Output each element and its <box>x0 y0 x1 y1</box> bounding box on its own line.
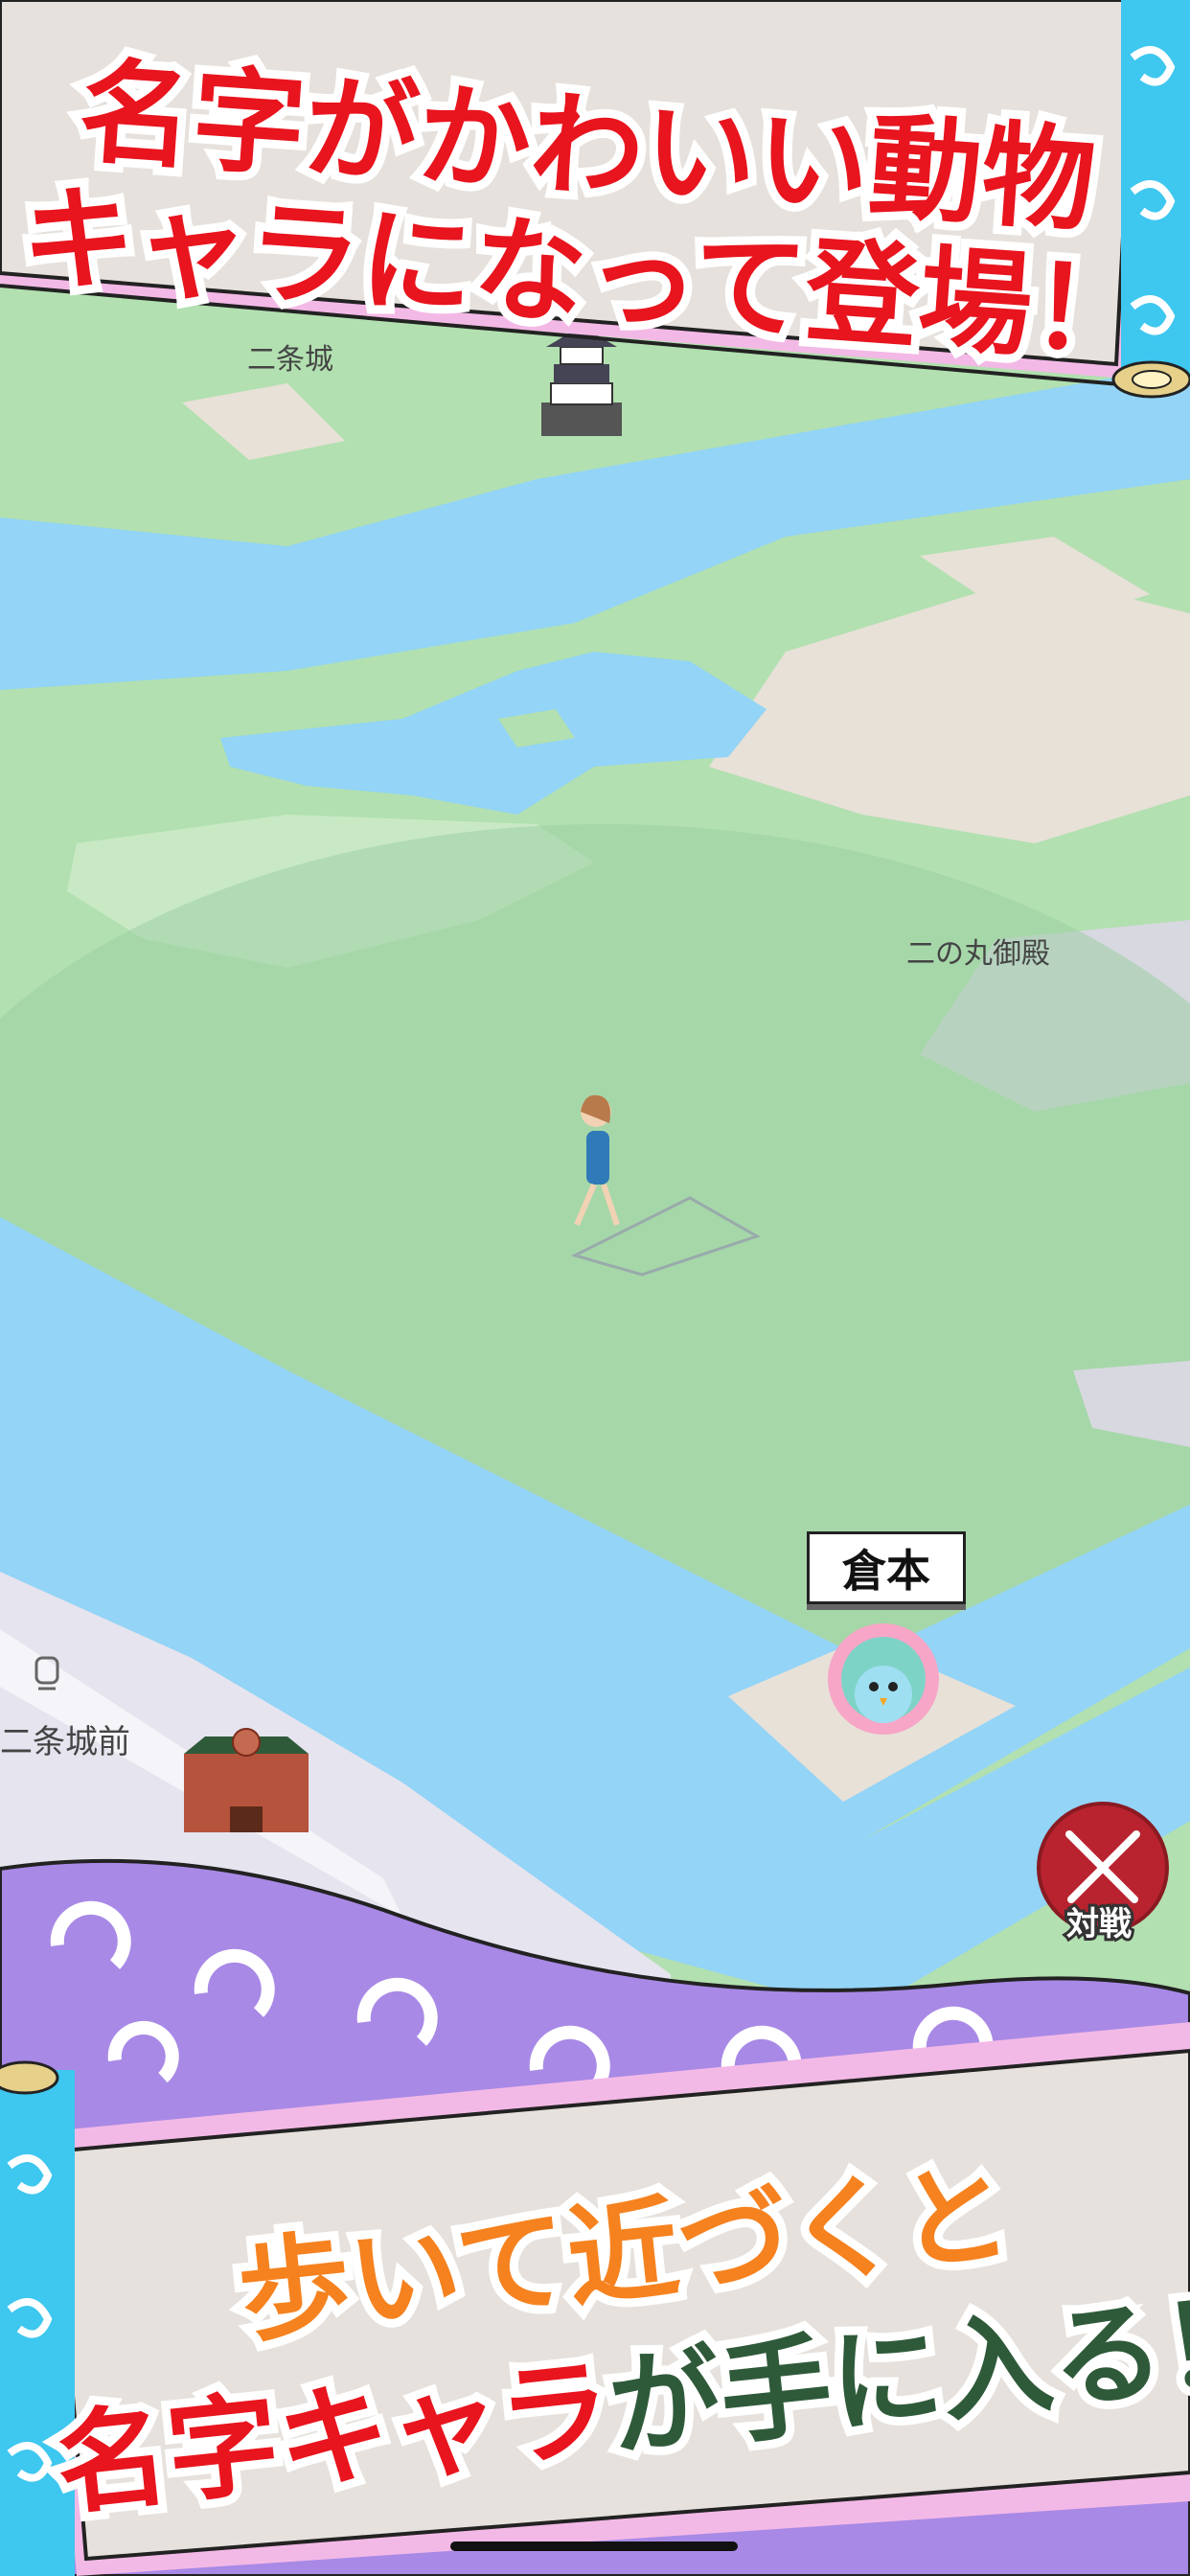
map-label-ninomaru: 二の丸御殿 <box>906 937 1050 971</box>
peacock-character[interactable] <box>828 1623 939 1735</box>
character-name-tag: 倉本 <box>807 1531 966 1604</box>
home-indicator <box>450 2542 738 2551</box>
map-label-nijojo-mae: 二条城前 <box>0 1723 130 1761</box>
station-building-icon <box>184 1728 309 1832</box>
